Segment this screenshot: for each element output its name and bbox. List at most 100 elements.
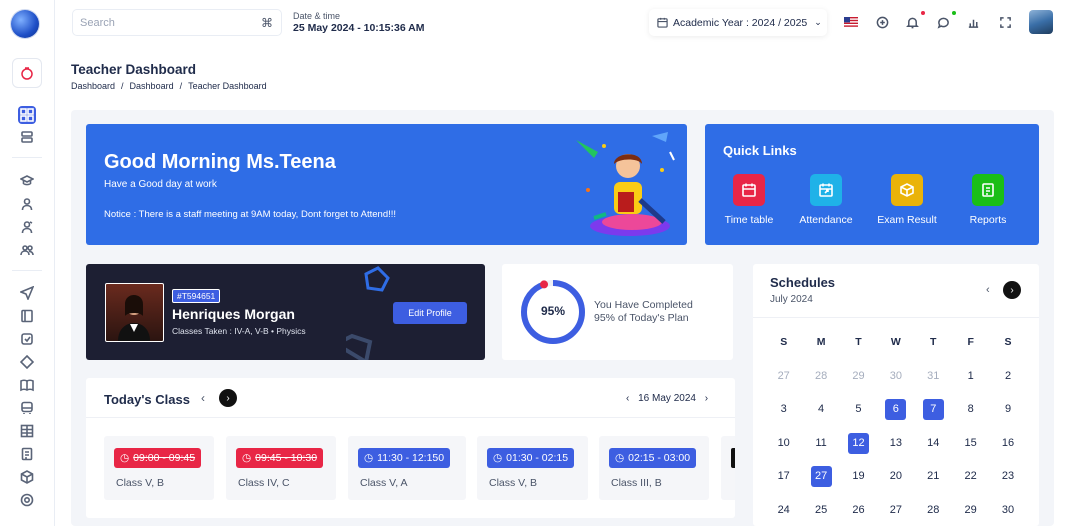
calendar-day[interactable]: 9 bbox=[989, 403, 1026, 415]
calendar-day[interactable]: 2 bbox=[989, 370, 1026, 382]
calendar-day[interactable]: 29 bbox=[952, 504, 989, 516]
user-avatar[interactable] bbox=[1029, 10, 1053, 34]
bell-icon[interactable] bbox=[903, 13, 921, 31]
date-prev-icon[interactable]: ‹ bbox=[626, 393, 629, 404]
calendar-day[interactable]: 23 bbox=[989, 470, 1026, 482]
calendar-day-highlighted[interactable]: 6 bbox=[877, 399, 914, 420]
calendar-day[interactable]: 8 bbox=[952, 403, 989, 415]
class-name: Class V, B bbox=[489, 477, 538, 489]
calendar-day[interactable]: 31 bbox=[915, 370, 952, 382]
class-slot[interactable]: ◷ 09:45 - 10:30 Class IV, C bbox=[226, 436, 336, 500]
calendar-day[interactable]: 28 bbox=[915, 504, 952, 516]
sidebar-divider bbox=[12, 270, 42, 271]
library-icon[interactable] bbox=[18, 376, 36, 394]
layers-icon[interactable] bbox=[18, 128, 36, 146]
quick-links-card: Quick Links Time table Attendance Exam R… bbox=[705, 124, 1039, 245]
calendar-day[interactable]: 13 bbox=[877, 437, 914, 449]
fullscreen-icon[interactable] bbox=[996, 13, 1014, 31]
date-next-icon[interactable]: › bbox=[705, 393, 708, 404]
calendar-day-number: 12 bbox=[847, 432, 869, 454]
teacher-icon[interactable] bbox=[18, 218, 36, 236]
class-slot[interactable]: ◷ 02:15 - 03:00 Class III, B bbox=[599, 436, 709, 500]
calendar-day[interactable]: 1 bbox=[952, 370, 989, 382]
class-slot[interactable]: ◷ 09:00 - 09:45 Class V, B bbox=[104, 436, 214, 500]
logo[interactable] bbox=[11, 10, 39, 38]
search-input[interactable]: Search ⌘ bbox=[72, 9, 282, 36]
progress-line-1: You Have Completed bbox=[594, 299, 693, 311]
calendar-day[interactable]: 11 bbox=[802, 437, 839, 449]
school-switcher-icon[interactable] bbox=[12, 58, 42, 88]
month-next-icon[interactable]: › bbox=[1003, 281, 1021, 299]
quick-link-label: Reports bbox=[969, 214, 1007, 226]
calendar-day[interactable]: 26 bbox=[840, 504, 877, 516]
quick-link-attendance[interactable]: Attendance bbox=[786, 174, 866, 226]
chat-icon[interactable] bbox=[934, 13, 952, 31]
class-name: Class IV, C bbox=[238, 477, 290, 489]
bus-icon[interactable] bbox=[18, 399, 36, 417]
calendar-day[interactable]: 30 bbox=[877, 370, 914, 382]
class-slot[interactable]: ◷ 11:30 - 12:150 Class V, A bbox=[348, 436, 466, 500]
diamond-icon[interactable] bbox=[18, 353, 36, 371]
graduation-cap-icon[interactable] bbox=[18, 172, 36, 190]
calendar-day[interactable]: 14 bbox=[915, 437, 952, 449]
calendar-day[interactable]: 10 bbox=[765, 437, 802, 449]
edit-profile-button[interactable]: Edit Profile bbox=[393, 302, 467, 324]
calendar-day[interactable]: 3 bbox=[765, 403, 802, 415]
quick-link-timetable[interactable]: Time table bbox=[709, 174, 789, 226]
class-time-badge: ◷ 01:30 - 02:15 bbox=[487, 448, 575, 468]
quick-link-exam-result[interactable]: Exam Result bbox=[867, 174, 947, 226]
flag-usa-icon[interactable] bbox=[842, 13, 860, 31]
calendar-day[interactable]: 5 bbox=[840, 403, 877, 415]
weekday-label: T bbox=[930, 336, 937, 348]
prev-arrow-icon[interactable]: ‹ bbox=[201, 391, 205, 405]
calendar-day[interactable]: 25 bbox=[802, 504, 839, 516]
exam-icon[interactable] bbox=[18, 330, 36, 348]
calendar-week: 3 4 5 6 7 8 9 bbox=[765, 399, 1027, 437]
breadcrumb-link-dashboard[interactable]: Dashboard bbox=[71, 81, 115, 91]
class-time: 11:30 - 12:150 bbox=[377, 452, 445, 464]
next-arrow-icon[interactable]: › bbox=[219, 389, 237, 407]
calendar-day[interactable]: 4 bbox=[802, 403, 839, 415]
add-icon[interactable] bbox=[873, 13, 891, 31]
calendar-day[interactable]: 27 bbox=[765, 370, 802, 382]
schedule-month: July 2024 bbox=[770, 294, 813, 305]
table-icon[interactable] bbox=[18, 422, 36, 440]
search-placeholder: Search bbox=[80, 17, 115, 29]
quick-link-reports[interactable]: Reports bbox=[948, 174, 1028, 226]
book-icon[interactable] bbox=[18, 307, 36, 325]
breadcrumb-current: Teacher Dashboard bbox=[188, 81, 267, 91]
calendar-day[interactable]: 21 bbox=[915, 470, 952, 482]
dashboard-icon[interactable] bbox=[18, 106, 36, 124]
calendar-day[interactable]: 20 bbox=[877, 470, 914, 482]
calendar-day[interactable]: 15 bbox=[952, 437, 989, 449]
send-icon[interactable] bbox=[18, 284, 36, 302]
users-icon[interactable] bbox=[18, 241, 36, 259]
report-icon[interactable] bbox=[18, 445, 36, 463]
progress-card: 95% You Have Completed 95% of Today's Pl… bbox=[502, 264, 733, 360]
calendar-day[interactable]: 29 bbox=[840, 370, 877, 382]
chart-icon[interactable] bbox=[964, 13, 982, 31]
calendar-day[interactable]: 24 bbox=[765, 504, 802, 516]
calendar-day-highlighted[interactable]: 27 bbox=[802, 466, 839, 487]
calendar-day[interactable]: 22 bbox=[952, 470, 989, 482]
calendar-day-number: 6 bbox=[885, 399, 907, 420]
breadcrumb-link-dashboard-2[interactable]: Dashboard bbox=[130, 81, 174, 91]
calendar-day[interactable]: 19 bbox=[840, 470, 877, 482]
class-name: Class V, A bbox=[360, 477, 408, 489]
teacher-name: Henriques Morgan bbox=[172, 306, 295, 322]
support-icon[interactable] bbox=[18, 491, 36, 509]
report-icon bbox=[972, 174, 1004, 206]
calendar-day[interactable]: 28 bbox=[802, 370, 839, 382]
month-prev-icon[interactable]: ‹ bbox=[986, 284, 990, 296]
box-icon[interactable] bbox=[18, 468, 36, 486]
calendar-day[interactable]: 27 bbox=[877, 504, 914, 516]
calendar-day-highlighted[interactable]: 7 bbox=[915, 399, 952, 420]
calendar-day-highlighted[interactable]: 12 bbox=[840, 432, 877, 454]
calendar-day[interactable]: 16 bbox=[989, 437, 1026, 449]
student-icon[interactable] bbox=[18, 195, 36, 213]
class-slot[interactable]: ◷ 01:30 - 02:15 Class V, B bbox=[477, 436, 588, 500]
calendar-day[interactable]: 17 bbox=[765, 470, 802, 482]
calendar-day[interactable]: 30 bbox=[989, 504, 1026, 516]
class-slot-partial[interactable] bbox=[721, 436, 735, 500]
academic-year-select[interactable]: Academic Year : 2024 / 2025 ⌄ bbox=[649, 9, 827, 36]
